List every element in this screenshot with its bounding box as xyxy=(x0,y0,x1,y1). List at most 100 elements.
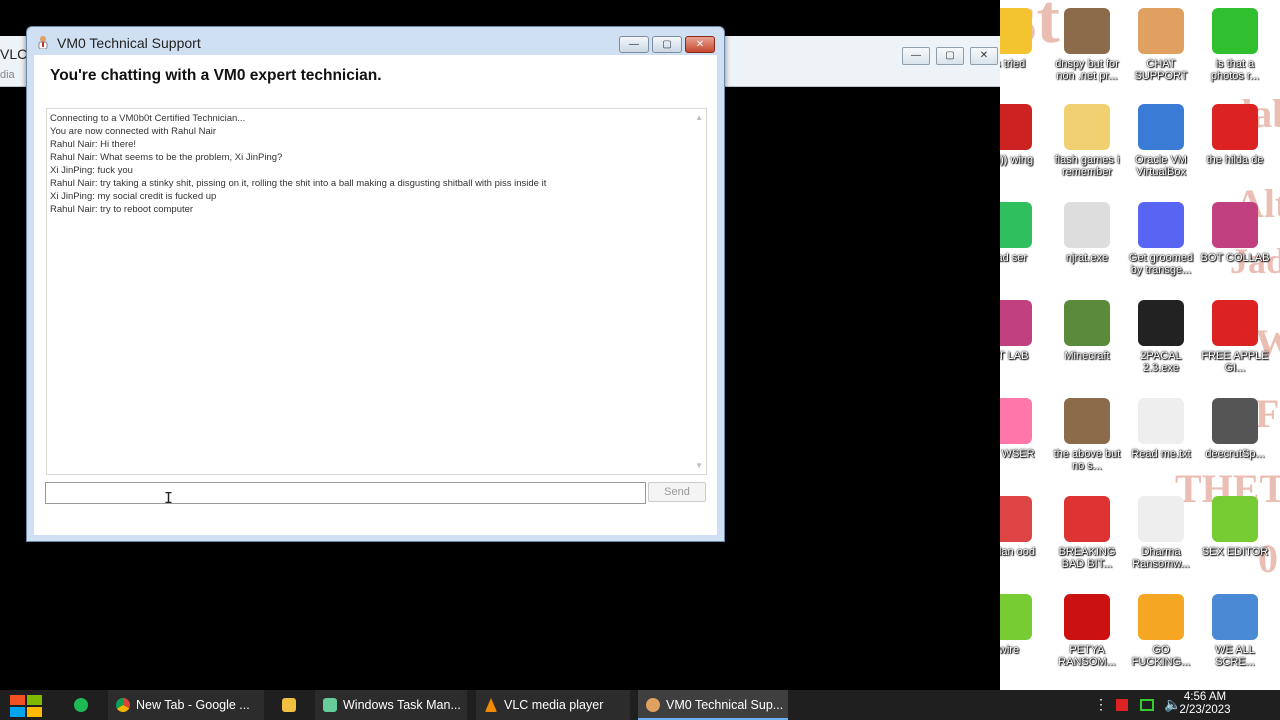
desktop-icon[interactable]: GO FUCKING... xyxy=(1126,594,1196,668)
desktop-icon-label: andan ood xyxy=(1000,546,1035,558)
desktop-icon[interactable]: andan ood xyxy=(1000,496,1044,558)
network-icon[interactable] xyxy=(1140,699,1154,711)
clock[interactable]: 4:56 AM 2/23/2023 xyxy=(1170,691,1240,717)
chat-heading: You're chatting with a VM0 expert techni… xyxy=(50,67,382,84)
maximize-button[interactable]: ▢ xyxy=(652,36,682,53)
desktop-icon[interactable]: the hilda de xyxy=(1200,104,1270,166)
skull-icon xyxy=(1064,202,1110,248)
skull-icon xyxy=(1138,496,1184,542)
desktop: IO Test daba Alt Jade W F THETA 0 is tri… xyxy=(1000,0,1280,690)
clock-date: 2/23/2023 xyxy=(1179,704,1231,716)
chat-window[interactable]: VM0 Technical Support — ▢ ✕ You're chatt… xyxy=(26,26,725,542)
desktop-icon[interactable]: BREAKING BAD BIT... xyxy=(1052,496,1122,570)
flag-icon[interactable] xyxy=(1116,699,1128,711)
vlc-maximize-button[interactable]: ▢ xyxy=(936,47,964,65)
devcpp-icon xyxy=(1212,104,1258,150)
desktop-icon-label: wire xyxy=(1000,644,1020,656)
taskbar-chat-app[interactable] xyxy=(60,690,104,720)
chat-message: Connecting to a VM0b0t Certified Technic… xyxy=(50,113,246,124)
windows-stack-icon xyxy=(1212,398,1258,444)
vlc-title: VLC xyxy=(0,46,28,62)
taskbar-task-manager[interactable]: Windows Task Man... xyxy=(315,690,467,720)
desktop-icon[interactable]: Minecraft xyxy=(1052,300,1122,362)
desktop-icon-label: Dharma Ransomw... xyxy=(1132,546,1190,570)
discord-icon xyxy=(1138,202,1184,248)
taskbar-vm0-support[interactable]: VM0 Technical Sup... xyxy=(638,690,788,720)
vlc-minimize-button[interactable]: — xyxy=(902,47,930,65)
desktop-icon[interactable]: Oracle VM VirtualBox xyxy=(1126,104,1196,178)
chat-client-area: You're chatting with a VM0 expert techni… xyxy=(34,55,717,535)
file-explorer-icon xyxy=(282,698,296,712)
desktop-icon[interactable]: njrat.exe xyxy=(1052,202,1122,264)
desktop-icon[interactable]: Get groomed by transge... xyxy=(1126,202,1196,276)
portrait-icon xyxy=(1064,8,1110,54)
vlc-icon xyxy=(485,698,497,712)
petya-icon xyxy=(1064,594,1110,640)
desktop-icon[interactable]: WE ALL SCRE... xyxy=(1200,594,1270,668)
minecraft-icon xyxy=(1064,300,1110,346)
desktop-icon[interactable]: OT LAB xyxy=(1000,300,1044,362)
chat-message-input[interactable] xyxy=(45,482,646,504)
desktop-icon[interactable]: SEX EDITOR xyxy=(1200,496,1270,558)
close-button[interactable]: ✕ xyxy=(685,36,715,53)
taskbar-label: Windows Task Man... xyxy=(343,698,461,712)
desktop-icon-label: the above but no s... xyxy=(1053,448,1121,472)
desktop-icon[interactable]: is that a photos r... xyxy=(1200,8,1270,82)
vlc-close-button[interactable]: ✕ xyxy=(970,47,998,65)
cmd-icon xyxy=(1138,300,1184,346)
taskbar: New Tab - Google ... Windows Task Man...… xyxy=(0,690,1280,720)
desktop-icon-label: BOT COLLAB xyxy=(1200,252,1270,264)
chat-window-title: VM0 Technical Support xyxy=(57,35,201,51)
desktop-icon[interactable]: CP WSER xyxy=(1000,398,1044,460)
taskbar-file-explorer[interactable] xyxy=(270,690,310,720)
computer-icon xyxy=(1212,594,1258,640)
desktop-icon-label: dnspy but for non .net pr... xyxy=(1055,58,1119,82)
browser-icon xyxy=(1000,398,1032,444)
desktop-icon-label: njrat.exe xyxy=(1065,252,1109,264)
desktop-icon[interactable]: the above but no s... xyxy=(1052,398,1122,472)
desktop-icon[interactable]: deecrutSp... xyxy=(1200,398,1270,460)
desktop-icon-label: GO FUCKING... xyxy=(1131,644,1191,668)
scroll-up-arrow-icon[interactable]: ▲ xyxy=(695,113,703,122)
desktop-icon[interactable]: FREE APPLE GI... xyxy=(1200,300,1270,374)
scroll-down-arrow-icon[interactable]: ▼ xyxy=(695,461,703,470)
desktop-icon[interactable]: wire xyxy=(1000,594,1044,656)
desktop-icon[interactable]: PETYA RANSOM... xyxy=(1052,594,1122,668)
desktop-icon[interactable]: BOT COLLAB xyxy=(1200,202,1270,264)
desktop-icon-label: the hilda de xyxy=(1206,154,1264,166)
chat-titlebar[interactable]: VM0 Technical Support — ▢ ✕ xyxy=(27,27,724,55)
text-cursor-icon: I xyxy=(164,489,174,507)
chat-log[interactable]: Connecting to a VM0b0t Certified Technic… xyxy=(46,108,707,475)
chrome-icon xyxy=(116,698,130,712)
chat-message: Xi JinPing: my social credit is fucked u… xyxy=(50,191,217,202)
desktop-icon-label: deecrutSp... xyxy=(1205,448,1265,460)
chat-message: Rahul Nair: try to reboot computer xyxy=(50,204,194,215)
windows-start-icon[interactable] xyxy=(10,695,42,717)
taskbar-label: VM0 Technical Sup... xyxy=(666,698,784,712)
chat-message: Rahul Nair: What seems to be the problem… xyxy=(50,152,283,163)
desktop-icon[interactable]: Read me.txt xyxy=(1126,398,1196,460)
desktop-icon-label: SEX EDITOR xyxy=(1201,546,1269,558)
desktop-icon[interactable]: flash games i remember xyxy=(1052,104,1122,178)
desktop-icon-label: CHAT SUPPORT xyxy=(1134,58,1188,82)
desktop-icon[interactable]: Dharma Ransomw... xyxy=(1126,496,1196,570)
taskbar-chrome[interactable]: New Tab - Google ... xyxy=(108,690,264,720)
desktop-icon[interactable]: 2PACAL 2.3.exe xyxy=(1126,300,1196,374)
desktop-icon-label: is that a photos r... xyxy=(1210,58,1260,82)
desktop-icon-label: is tried xyxy=(1000,58,1026,70)
tray-overflow-icon[interactable]: ⋮ xyxy=(1094,696,1108,713)
desktop-icon-label: PETYA RANSOM... xyxy=(1058,644,1116,668)
whatsapp-icon xyxy=(1212,8,1258,54)
desktop-icon[interactable]: dnspy but for non .net pr... xyxy=(1052,8,1122,82)
portrait-icon xyxy=(1064,398,1110,444)
desktop-icon[interactable]: sad ser xyxy=(1000,202,1044,264)
desktop-icon[interactable]: ey))) wing xyxy=(1000,104,1044,166)
minimize-button[interactable]: — xyxy=(619,36,649,53)
task-manager-icon xyxy=(323,698,337,712)
send-button[interactable]: Send xyxy=(648,482,706,502)
desktop-icon[interactable]: is tried xyxy=(1000,8,1044,70)
desktop-icon[interactable]: CHAT SUPPORT xyxy=(1126,8,1196,82)
taskbar-vlc[interactable]: VLC media player xyxy=(476,690,630,720)
desktop-icon-label: 2PACAL 2.3.exe xyxy=(1140,350,1182,374)
star-icon xyxy=(1000,8,1032,54)
